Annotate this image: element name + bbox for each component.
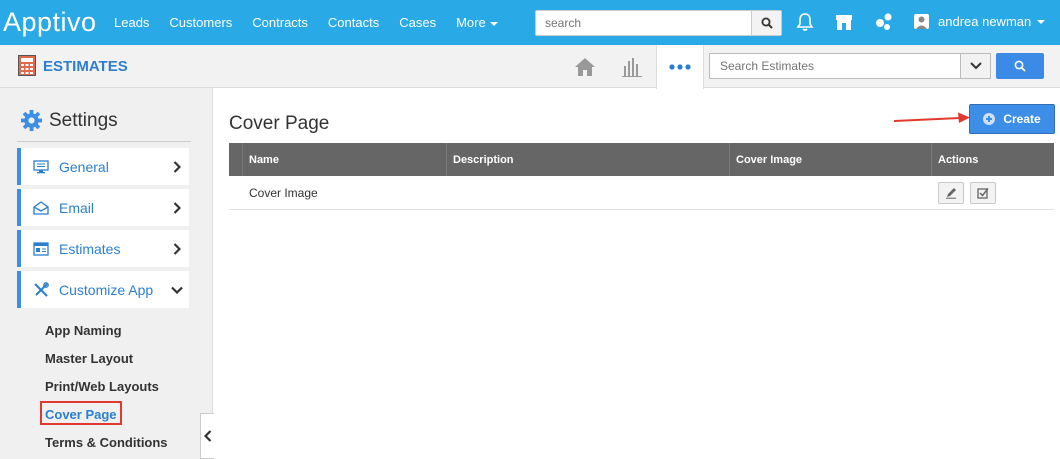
row-spacer (229, 176, 243, 210)
main-nav: Leads Customers Contracts Contacts Cases… (114, 0, 518, 45)
chevron-down-icon (167, 280, 187, 300)
sidebar-item-general[interactable]: General (17, 148, 189, 185)
bar-chart-icon (622, 57, 642, 77)
estimates-search (709, 53, 991, 79)
home-icon (575, 57, 595, 76)
settings-heading: Settings (20, 109, 118, 132)
store-icon[interactable] (833, 11, 855, 33)
sidebar-sublink-app-naming[interactable]: App Naming (45, 323, 122, 338)
estimates-app-icon (18, 55, 36, 76)
top-navigation-bar: Apptivo Leads Customers Contracts Contac… (0, 0, 1060, 45)
nav-customers[interactable]: Customers (169, 15, 232, 30)
reports-tab[interactable] (610, 45, 654, 88)
sidebar-item-email[interactable]: Email (17, 189, 189, 226)
estimates-search-button[interactable] (996, 53, 1044, 79)
create-button[interactable]: Create (969, 104, 1055, 134)
gear-icon (20, 109, 43, 132)
header-spacer (229, 143, 243, 176)
sidebar-item-label: Customize App (59, 281, 154, 298)
settings-sidebar: Settings General Email Estimates Customi… (0, 88, 214, 459)
column-header-actions: Actions (938, 153, 979, 166)
estimates-search-input[interactable] (710, 54, 958, 78)
nav-contracts[interactable]: Contracts (252, 15, 308, 30)
column-header-cover-image[interactable]: Cover Image (730, 143, 932, 176)
global-search (535, 10, 782, 36)
settings-title: Settings (49, 109, 118, 131)
home-tab[interactable] (562, 45, 608, 88)
cover-page-table: Name Description Cover Image Actions Cov… (229, 143, 1054, 210)
sidebar-sublink-terms-conditions[interactable]: Terms & Conditions (45, 435, 168, 450)
global-search-button[interactable] (751, 11, 781, 35)
sidebar-sublink-print-web-layouts[interactable]: Print/Web Layouts (45, 379, 159, 394)
ellipsis-icon (669, 64, 691, 70)
search-icon (1014, 60, 1026, 72)
select-button[interactable] (970, 182, 996, 204)
cell-cover-image (730, 176, 932, 210)
search-icon (761, 17, 773, 29)
column-header-name[interactable]: Name (243, 143, 447, 176)
column-header-description[interactable]: Description (447, 143, 730, 176)
app-title[interactable]: ESTIMATES (43, 58, 128, 75)
checkbox-icon (977, 188, 989, 199)
edit-button[interactable] (938, 182, 964, 204)
user-name: andrea newman (938, 14, 1032, 29)
divider (17, 141, 191, 142)
collapse-sidebar-button[interactable] (200, 413, 214, 459)
app-header-bar: ESTIMATES (0, 45, 1060, 89)
user-menu[interactable]: andrea newman (914, 14, 1046, 29)
global-search-input[interactable] (536, 11, 751, 35)
apps-icon[interactable] (873, 11, 895, 33)
sidebar-item-label: Estimates (59, 240, 121, 257)
envelope-icon (33, 200, 49, 216)
annotation-arrow (894, 112, 970, 123)
create-button-label: Create (1003, 112, 1041, 126)
sidebar-item-label: General (59, 158, 109, 175)
sidebar-item-estimates[interactable]: Estimates (17, 230, 189, 267)
chevron-right-icon (167, 198, 187, 218)
chevron-right-icon (167, 157, 187, 177)
monitor-icon (33, 159, 49, 175)
pencil-icon (946, 188, 956, 199)
plus-circle-icon (983, 113, 996, 125)
estimates-icon (33, 241, 49, 257)
page-title: Cover Page (229, 113, 330, 134)
more-options-tab[interactable] (656, 45, 704, 89)
chevron-down-icon (1037, 19, 1046, 24)
nav-leads[interactable]: Leads (114, 15, 149, 30)
chevron-left-icon (203, 430, 211, 442)
tools-icon (33, 281, 49, 298)
notifications-bell-icon[interactable] (794, 11, 816, 33)
apptivo-logo[interactable]: Apptivo (3, 7, 97, 38)
nav-contacts[interactable]: Contacts (328, 15, 379, 30)
cell-name: Cover Image (249, 186, 318, 200)
cell-description (447, 176, 730, 210)
table-header: Name Description Cover Image Actions (229, 143, 1054, 176)
nav-cases[interactable]: Cases (399, 15, 436, 30)
sidebar-item-customize-app[interactable]: Customize App (17, 271, 189, 308)
sidebar-item-label: Email (59, 199, 95, 216)
highlight-box (40, 401, 122, 425)
search-filter-dropdown[interactable] (960, 54, 990, 78)
user-avatar-icon (914, 14, 929, 29)
table-row: Cover Image (229, 176, 1054, 210)
chevron-down-icon (969, 62, 982, 70)
chevron-right-icon (167, 239, 187, 259)
sidebar-sublink-master-layout[interactable]: Master Layout (45, 351, 133, 366)
nav-more-dropdown[interactable]: More (456, 15, 498, 30)
cell-actions (932, 176, 1054, 210)
